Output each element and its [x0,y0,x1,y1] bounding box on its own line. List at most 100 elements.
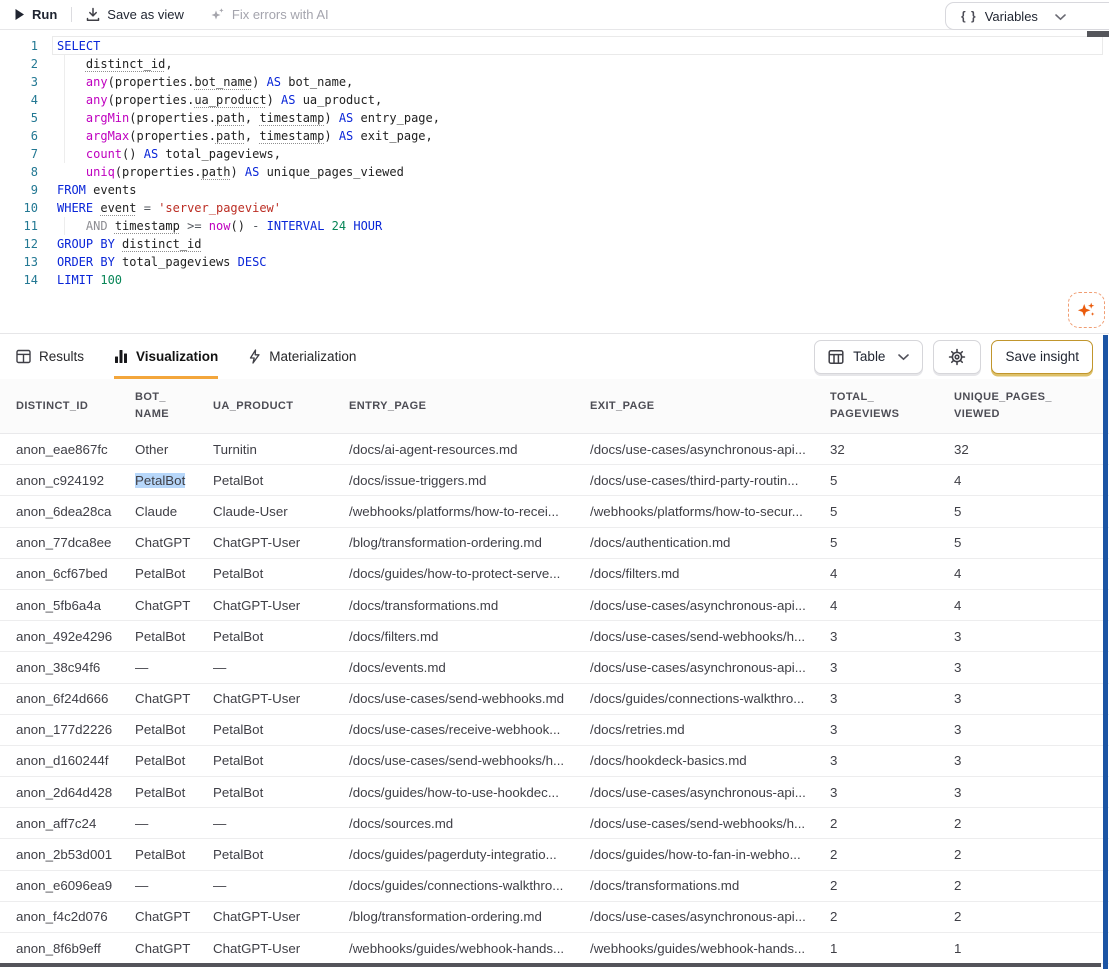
table-cell: 2 [954,909,1104,924]
table-cell: /docs/use-cases/receive-webhook... [349,722,590,737]
lightning-icon [248,349,261,364]
table-cell: — [135,816,213,831]
line-number: 4 [0,91,38,109]
table-cell: anon_6f24d666 [16,691,135,706]
table-cell: /docs/use-cases/send-webhooks/h... [590,816,830,831]
table-row[interactable]: anon_aff7c24——/docs/sources.md/docs/use-… [0,808,1109,839]
tab-visualization[interactable]: Visualization [114,334,218,379]
fix-errors-button[interactable]: Fix errors with AI [210,7,329,22]
table-cell: /docs/guides/how-to-fan-in-webho... [590,847,830,862]
table-row[interactable]: anon_38c94f6——/docs/events.md/docs/use-c… [0,652,1109,683]
code-line[interactable]: 13ORDER BY total_pageviews DESC [0,253,1109,271]
column-header[interactable]: DISTINCT_ID [16,398,135,415]
table-cell: /docs/authentication.md [590,535,830,550]
code-line[interactable]: 3 any(properties.bot_name) AS bot_name, [0,73,1109,91]
column-header[interactable]: ENTRY_PAGE [349,398,590,415]
horizontal-scrollbar[interactable] [0,963,1101,967]
ai-assistant-button[interactable] [1068,292,1105,328]
table-row[interactable]: anon_6f24d666ChatGPTChatGPT-User/docs/us… [0,684,1109,715]
table-cell: anon_5fb6a4a [16,598,135,613]
table-cell: 2 [954,816,1104,831]
code-line[interactable]: 2 distinct_id, [0,55,1109,73]
table-cell: ChatGPT-User [213,941,349,956]
settings-button[interactable] [933,340,981,374]
table-cell: — [213,878,349,893]
column-header[interactable]: UA_PRODUCT [213,398,349,415]
line-number: 14 [0,271,38,289]
table-row[interactable]: anon_177d2226PetalBotPetalBot/docs/use-c… [0,715,1109,746]
table-row[interactable]: anon_492e4296PetalBotPetalBot/docs/filte… [0,621,1109,652]
code-line[interactable]: 1SELECT [0,37,1109,55]
table-cell: 3 [954,629,1104,644]
table-row[interactable]: anon_2b53d001PetalBotPetalBot/docs/guide… [0,839,1109,870]
table-cell: 3 [954,785,1104,800]
table-row[interactable]: anon_f4c2d076ChatGPTChatGPT-User/blog/tr… [0,902,1109,933]
line-number: 11 [0,217,38,235]
download-icon [86,7,100,22]
table-cell: ChatGPT [135,909,213,924]
table-row[interactable]: anon_d160244fPetalBotPetalBot/docs/use-c… [0,746,1109,777]
editor-toolbar: Run Save as view Fix errors with AI { } … [0,0,1109,30]
table-cell: 2 [830,909,954,924]
table-cell: /docs/use-cases/asynchronous-api... [590,785,830,800]
save-as-view-button[interactable]: Save as view [86,7,184,22]
table-cell: /webhooks/guides/webhook-hands... [590,941,830,956]
table-row[interactable]: anon_6dea28caClaudeClaude-User/webhooks/… [0,496,1109,527]
sql-editor-page: Run Save as view Fix errors with AI { } … [0,0,1109,969]
table-row[interactable]: anon_5fb6a4aChatGPTChatGPT-User/docs/tra… [0,590,1109,621]
column-header[interactable]: UNIQUE_PAGES_ VIEWED [954,389,1104,423]
table-row[interactable]: anon_e6096ea9——/docs/guides/connections-… [0,871,1109,902]
table-cell: PetalBot [213,629,349,644]
table-cell: /docs/use-cases/send-webhooks/h... [349,753,590,768]
code-line[interactable]: 5 argMin(properties.path, timestamp) AS … [0,109,1109,127]
code-line[interactable]: 8 uniq(properties.path) AS unique_pages_… [0,163,1109,181]
table-cell: PetalBot [213,473,349,488]
save-insight-button[interactable]: Save insight [991,340,1093,374]
line-number: 2 [0,55,38,73]
table-row[interactable]: anon_77dca8eeChatGPTChatGPT-User/blog/tr… [0,528,1109,559]
variables-button[interactable]: { } Variables [945,2,1109,30]
table-row[interactable]: anon_8f6b9effChatGPTChatGPT-User/webhook… [0,933,1109,964]
sql-code-editor[interactable]: 1SELECT2 distinct_id,3 any(properties.bo… [0,31,1109,333]
table-cell: /docs/use-cases/asynchronous-api... [590,660,830,675]
table-cell: 3 [830,691,954,706]
tab-materialization[interactable]: Materialization [248,334,356,379]
table-cell: — [213,660,349,675]
ai-sparkle-icon [1076,300,1097,321]
view-type-select[interactable]: Table [814,340,923,374]
table-cell: 32 [954,442,1104,457]
column-header[interactable]: BOT_ NAME [135,389,213,423]
table-cell: 3 [954,691,1104,706]
code-line[interactable]: 11 AND timestamp >= now() - INTERVAL 24 … [0,217,1109,235]
tab-results[interactable]: Results [16,334,84,379]
code-line[interactable]: 9FROM events [0,181,1109,199]
table-row[interactable]: anon_2d64d428PetalBotPetalBot/docs/guide… [0,777,1109,808]
braces-icon: { } [961,9,977,23]
table-cell: ChatGPT [135,941,213,956]
vertical-scrollbar[interactable] [1103,335,1108,969]
table-cell: 3 [954,753,1104,768]
code-line[interactable]: 7 count() AS total_pageviews, [0,145,1109,163]
table-cell: ChatGPT [135,535,213,550]
table-cell: PetalBot [135,753,213,768]
table-row[interactable]: anon_eae867fcOtherTurnitin/docs/ai-agent… [0,434,1109,465]
code-line[interactable]: 12GROUP BY distinct_id [0,235,1109,253]
table-cell: 1 [954,941,1104,956]
code-line[interactable]: 10WHERE event = 'server_pageview' [0,199,1109,217]
table-cell: 5 [830,504,954,519]
column-header[interactable]: TOTAL_ PAGEVIEWS [830,389,954,423]
editor-scrollbar[interactable] [1087,31,1109,37]
table-grid-icon [16,349,31,364]
line-number: 9 [0,181,38,199]
variables-label: Variables [985,9,1038,24]
column-header[interactable]: EXIT_PAGE [590,398,830,415]
tab-materialization-label: Materialization [269,349,356,364]
code-line[interactable]: 4 any(properties.ua_product) AS ua_produ… [0,91,1109,109]
code-line[interactable]: 6 argMax(properties.path, timestamp) AS … [0,127,1109,145]
table-cell: 4 [830,566,954,581]
run-button[interactable]: Run [14,7,57,22]
table-row[interactable]: anon_6cf67bedPetalBotPetalBot/docs/guide… [0,559,1109,590]
code-line[interactable]: 14LIMIT 100 [0,271,1109,289]
table-row[interactable]: anon_c924192PetalBotPetalBot/docs/issue-… [0,465,1109,496]
table-cell: ChatGPT [135,598,213,613]
